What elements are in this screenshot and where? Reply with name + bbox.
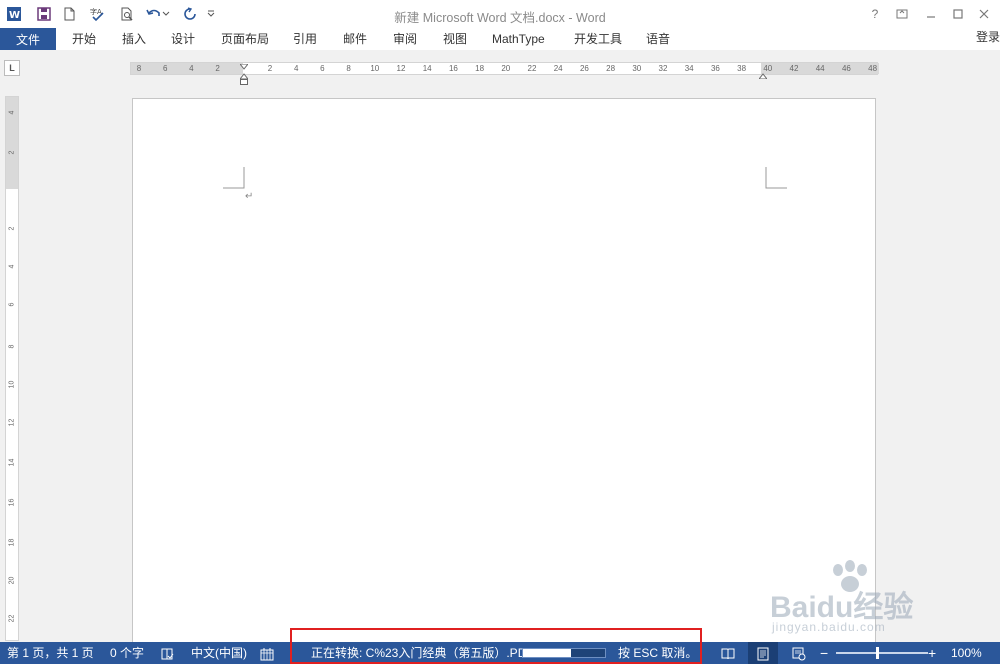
ruler-number: 38	[737, 64, 747, 73]
tab-file[interactable]: 文件	[0, 28, 56, 50]
crop-mark-top-left	[223, 167, 245, 189]
ruler-number: 10	[370, 64, 380, 73]
ruler-number: 22	[527, 64, 537, 73]
macro-recording-icon[interactable]	[260, 646, 274, 661]
vertical-ruler-number: 4	[8, 110, 16, 115]
conversion-progress-fill	[523, 649, 571, 657]
ruler-number: 6	[320, 64, 325, 73]
word-count-status[interactable]: 0 个字	[110, 642, 144, 664]
tab-view[interactable]: 视图	[443, 28, 467, 50]
ruler-number: 2	[215, 64, 220, 73]
ruler-number: 24	[553, 64, 563, 73]
vertical-ruler-number: 4	[8, 264, 16, 269]
conversion-progress-bar	[522, 648, 606, 658]
tab-selector-icon[interactable]: L	[4, 60, 20, 76]
esc-cancel-hint: 按 ESC 取消。	[618, 646, 698, 660]
vertical-ruler-number: 12	[8, 418, 16, 427]
ruler-number: 46	[841, 64, 851, 73]
conversion-status: 正在转换: C%23入门经典（第五版）.PDF	[311, 646, 534, 660]
watermark-url: jingyan.baidu.com	[772, 620, 886, 634]
zoom-level[interactable]: 100%	[951, 642, 982, 664]
tab-references[interactable]: 引用	[293, 28, 317, 50]
vertical-ruler-number: 20	[8, 576, 16, 585]
read-mode-icon[interactable]	[721, 646, 735, 660]
ruler-number: 32	[658, 64, 668, 73]
tab-page-layout[interactable]: 页面布局	[221, 28, 269, 50]
left-indent-marker[interactable]	[240, 74, 248, 85]
ruler-area: L 8 6 4 2 2 4 6 8 10 12 14 16 18 20 22 24 26 28 30 32 34 36 38…	[0, 56, 1000, 85]
ruler-number: 14	[422, 64, 432, 73]
vertical-ruler-number: 8	[8, 344, 16, 349]
status-bar: 第 1 页，共 1 页 0 个字 中文(中国) 正在转换: C%23入门经典（第…	[0, 642, 1000, 664]
document-page[interactable]: ↵	[132, 98, 876, 648]
close-icon[interactable]	[976, 6, 992, 22]
vertical-ruler-number: 14	[8, 458, 16, 467]
zoom-in-button[interactable]: +	[928, 642, 936, 664]
ruler-number: 18	[475, 64, 485, 73]
ruler-number: 30	[632, 64, 642, 73]
window-title: 新建 Microsoft Word 文档.docx - Word	[394, 11, 606, 25]
vertical-ruler-number: 22	[8, 614, 16, 623]
zoom-out-button[interactable]: −	[820, 642, 828, 664]
ruler-number: 36	[710, 64, 720, 73]
ruler-number: 8	[346, 64, 351, 73]
ruler-number: 20	[501, 64, 511, 73]
ruler-number: 4	[293, 64, 299, 73]
tab-speech[interactable]: 语音	[646, 28, 670, 50]
title-bar: W 字A 新建 Microsoft Word 文档.docx - Word ?	[0, 0, 1000, 28]
tab-mailings[interactable]: 邮件	[343, 28, 367, 50]
print-layout-icon[interactable]	[756, 646, 770, 661]
ruler-number: 48	[868, 64, 878, 73]
vertical-ruler[interactable]: 4 2 2 4 6 8 10 12 14 16 18 20 22	[5, 96, 19, 641]
signin-link[interactable]: 登录	[976, 28, 1000, 45]
web-layout-icon[interactable]	[792, 646, 806, 661]
tab-design[interactable]: 设计	[171, 28, 195, 50]
ruler-number: 28	[606, 64, 616, 73]
crop-mark-top-right	[765, 167, 787, 189]
ribbon-display-options-icon[interactable]	[894, 6, 910, 22]
baidu-jingyan-watermark: Baidu经验 jingyan.baidu.com	[766, 560, 946, 640]
ruler-number: 42	[789, 64, 799, 73]
ruler-number: 26	[579, 64, 589, 73]
right-indent-marker[interactable]	[757, 68, 769, 80]
ruler-number: 4	[189, 64, 194, 73]
ruler-number: 16	[448, 64, 458, 73]
zoom-slider-thumb[interactable]	[876, 647, 879, 659]
zoom-slider[interactable]	[836, 652, 928, 654]
proofing-icon[interactable]	[160, 646, 174, 660]
page-count-status[interactable]: 第 1 页，共 1 页	[7, 642, 94, 664]
tab-home[interactable]: 开始	[72, 28, 96, 50]
vertical-ruler-number: 10	[8, 380, 16, 389]
language-status[interactable]: 中文(中国)	[191, 642, 247, 664]
ribbon-tab-bar: 文件 开始 插入 设计 页面布局 引用 邮件 审阅 视图 MathType 开发…	[0, 28, 1000, 50]
vertical-ruler-number: 2	[8, 226, 16, 231]
vertical-ruler-number: 2	[8, 150, 16, 155]
vertical-ruler-number: 6	[8, 302, 16, 307]
ruler-number: 8	[136, 64, 142, 73]
ruler-number: 44	[815, 64, 825, 73]
tab-mathtype[interactable]: MathType	[492, 28, 545, 50]
ruler-number: 2	[267, 64, 273, 73]
ruler-number: 6	[162, 64, 168, 73]
maximize-icon[interactable]	[950, 6, 966, 22]
paragraph-mark: ↵	[245, 191, 254, 202]
tab-developer[interactable]: 开发工具	[574, 28, 622, 50]
ruler-left-margin	[131, 63, 243, 74]
tab-review[interactable]: 审阅	[393, 28, 417, 50]
ruler-number: 12	[396, 64, 406, 73]
vertical-ruler-number: 16	[8, 498, 16, 507]
vertical-ruler-number: 18	[8, 538, 16, 547]
minimize-icon[interactable]	[923, 6, 939, 22]
first-line-indent-marker[interactable]	[238, 59, 250, 70]
ruler-number: 34	[684, 64, 694, 73]
help-button[interactable]: ?	[867, 6, 883, 22]
tab-insert[interactable]: 插入	[122, 28, 146, 50]
